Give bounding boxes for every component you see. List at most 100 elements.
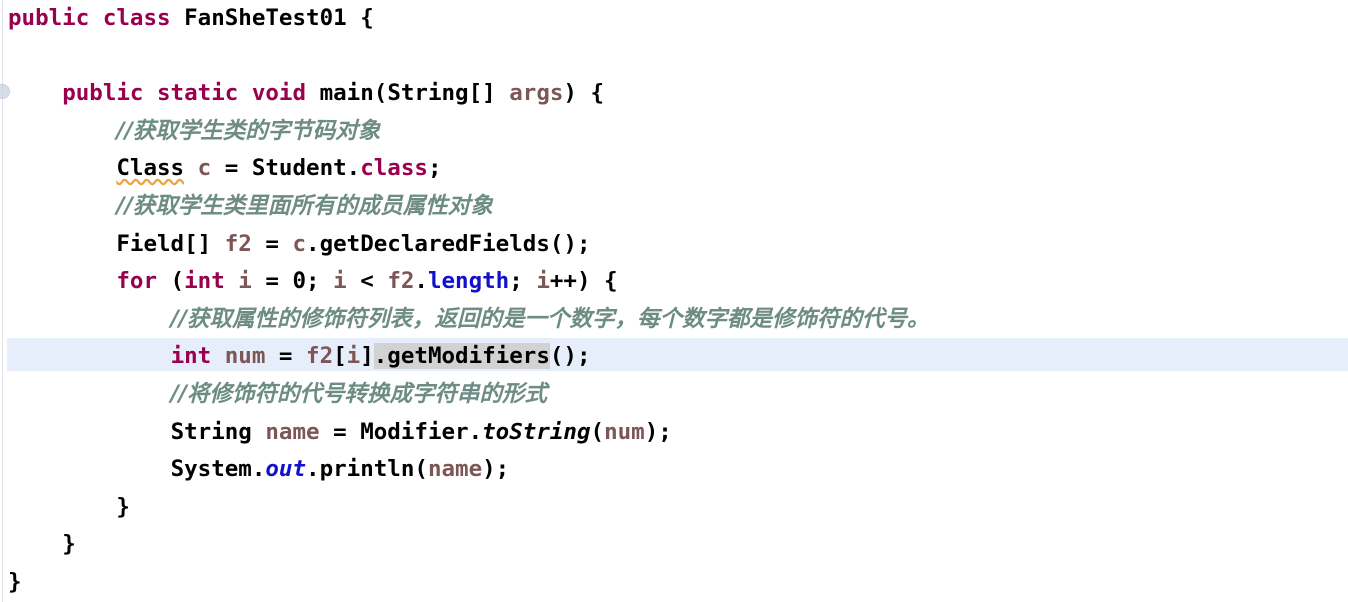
- code-token: int: [184, 268, 225, 295]
- code-line[interactable]: Field[] f2 = c.getDeclaredFields();: [0, 226, 1348, 264]
- code-token: //获取学生类里面所有的成员属性对象: [116, 192, 493, 219]
- code-line[interactable]: System.out.println(name);: [0, 451, 1348, 489]
- code-token: args: [509, 80, 564, 107]
- code-token: {: [346, 5, 374, 31]
- code-line[interactable]: Class c = Student.class;: [0, 150, 1348, 188]
- code-token: class: [360, 155, 428, 182]
- code-token: .: [414, 268, 428, 295]
- code-token: f2: [224, 230, 252, 257]
- code-token: c: [292, 230, 307, 257]
- code-token: .: [346, 155, 361, 182]
- code-line[interactable]: public static void main(String[] args) {: [0, 75, 1348, 113]
- code-token: }: [8, 568, 22, 595]
- code-token: //获取学生类的字节码对象: [116, 117, 381, 144]
- code-token: int: [170, 343, 212, 370]
- code-token: Field: [116, 230, 185, 257]
- code-token: (: [373, 80, 388, 107]
- code-token: ;: [509, 268, 537, 295]
- code-token: //将修饰符的代号转换成字符串的形式: [170, 380, 547, 407]
- code-token: Modifier: [360, 418, 469, 445]
- code-token: main: [319, 80, 374, 107]
- code-token: 0: [292, 268, 307, 295]
- code-line[interactable]: int num = f2[i].getModifiers();: [0, 338, 1348, 376]
- code-line[interactable]: [0, 38, 1348, 76]
- code-token: .println(: [306, 456, 428, 483]
- code-token: public: [8, 5, 90, 31]
- code-token: }: [116, 493, 130, 520]
- code-token: [: [333, 343, 347, 370]
- code-token: length: [427, 268, 510, 295]
- code-token: num: [604, 418, 645, 445]
- code-token: System: [170, 456, 252, 483]
- code-token: =: [319, 418, 361, 445]
- code-token: Class: [116, 155, 185, 182]
- code-token: //获取属性的修饰符列表，返回的是一个数字，每个数字都是修饰符的代号。: [170, 305, 930, 332]
- code-text-area[interactable]: public class FanSheTest01 { public stati…: [0, 0, 1348, 602]
- code-token: []: [184, 230, 225, 257]
- code-token: =: [211, 155, 252, 182]
- code-token: i: [238, 268, 252, 295]
- code-token: );: [482, 456, 510, 483]
- code-token: .getDeclaredFields();: [306, 230, 591, 257]
- code-editor[interactable]: public class FanSheTest01 { public stati…: [0, 0, 1348, 602]
- code-token: =: [265, 343, 307, 370]
- code-token: name: [427, 456, 483, 483]
- code-line[interactable]: String name = Modifier.toString(num);: [0, 414, 1348, 452]
- code-token: }: [62, 531, 76, 558]
- code-token: <: [346, 268, 388, 295]
- code-token: public: [62, 80, 144, 107]
- code-line[interactable]: //获取属性的修饰符列表，返回的是一个数字，每个数字都是修饰符的代号。: [0, 301, 1348, 339]
- code-line[interactable]: //获取学生类里面所有的成员属性对象: [0, 188, 1348, 226]
- code-token: ;: [427, 155, 442, 182]
- code-token: class: [102, 5, 171, 31]
- code-token: (: [590, 418, 605, 445]
- code-token: .: [251, 456, 266, 483]
- code-token: Student: [251, 155, 347, 182]
- code-line[interactable]: }: [0, 489, 1348, 527]
- code-token: ++) {: [549, 268, 618, 295]
- code-line[interactable]: //将修饰符的代号转换成字符串的形式: [0, 376, 1348, 414]
- code-token: i: [536, 268, 550, 295]
- code-token: ;: [306, 268, 334, 295]
- code-line[interactable]: }: [0, 564, 1348, 602]
- code-line[interactable]: public class FanSheTest01 {: [0, 0, 1348, 38]
- code-token: name: [265, 418, 320, 445]
- code-token: static: [157, 80, 239, 107]
- code-token: i: [346, 343, 361, 370]
- code-token: f2: [306, 343, 334, 370]
- code-token: num: [224, 343, 266, 370]
- code-token: (: [157, 268, 185, 295]
- code-line[interactable]: for (int i = 0; i < f2.length; i++) {: [0, 263, 1348, 301]
- code-token: ();: [549, 343, 591, 370]
- code-token: i: [333, 268, 347, 295]
- code-line[interactable]: //获取学生类的字节码对象: [0, 113, 1348, 151]
- code-token: FanSheTest01: [184, 5, 347, 31]
- code-token: String: [170, 418, 252, 445]
- code-token: c: [197, 155, 212, 182]
- code-token: String: [387, 80, 469, 107]
- code-token: out: [265, 456, 307, 483]
- code-token: []: [468, 80, 510, 107]
- code-line[interactable]: }: [0, 526, 1348, 564]
